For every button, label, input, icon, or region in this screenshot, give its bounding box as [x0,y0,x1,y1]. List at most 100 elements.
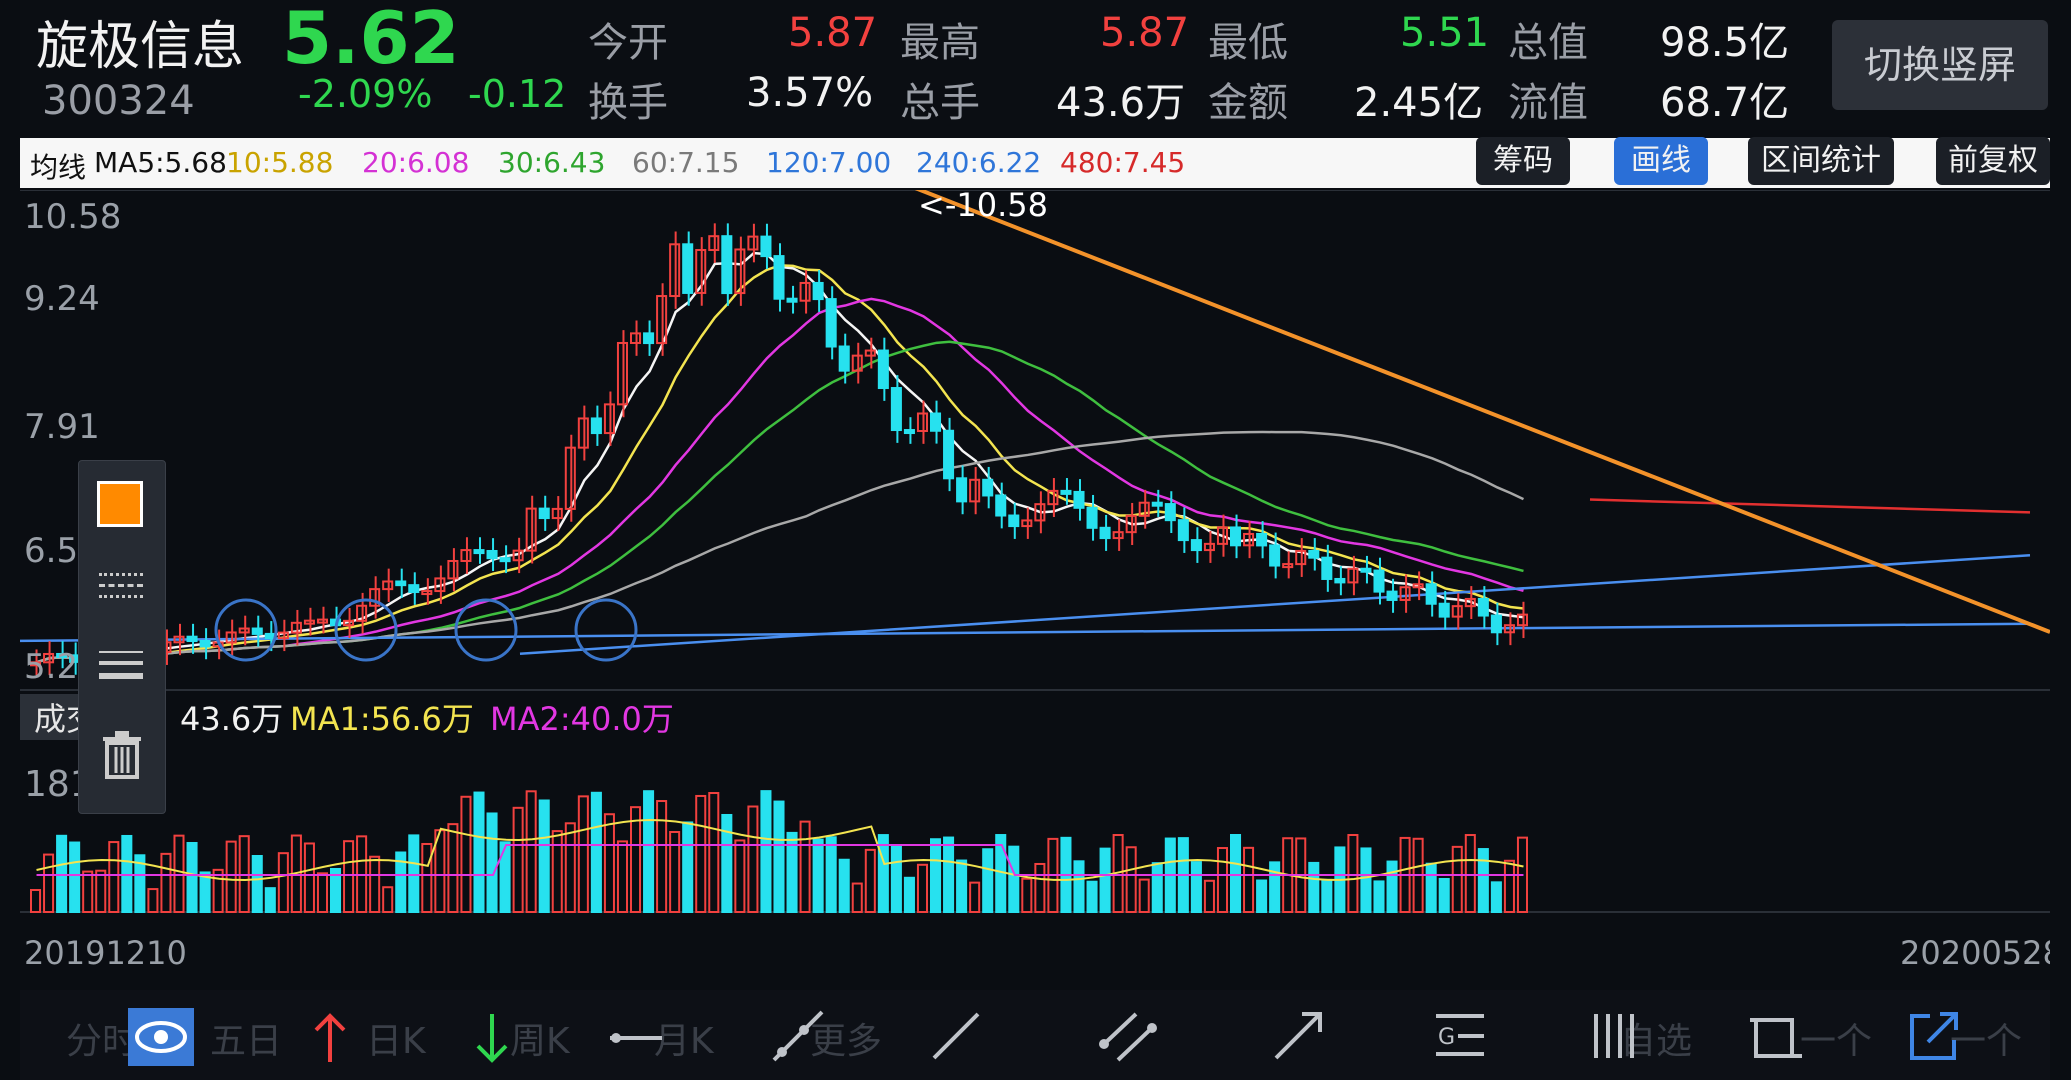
ma480-value: 480:7.45 [1060,146,1186,179]
volume-bar [825,836,837,914]
candle-body [1230,526,1242,547]
change-value: -0.12 [468,72,567,116]
ma-legend-bar: 均线 MA5:5.68 10:5.88 20:6.08 30:6.43 60:7… [20,138,2050,188]
period-line-icon[interactable] [1588,1006,1648,1066]
volume-bar [56,834,68,914]
horizontal-line-icon[interactable] [606,1010,666,1066]
candle-body [1425,583,1437,605]
line-width-icon[interactable] [99,651,143,679]
ma20-value: 20:6.08 [362,146,470,179]
volume-bar [251,855,263,913]
ray-line-icon[interactable] [768,1006,828,1066]
current-price: 5.62 [282,0,460,80]
volume-bar [890,845,902,913]
candle-body [1256,532,1268,547]
volume-bar [1230,834,1242,913]
eye-toggle-button[interactable] [128,1008,194,1066]
switch-portrait-button[interactable]: 切换竖屏 [1832,20,2048,110]
drawing-toolbox [78,460,166,814]
candle-body [773,255,785,300]
candle-body [1334,577,1346,584]
volume-bar [1256,879,1268,913]
ma5-value: MA5:5.68 [94,146,227,179]
ma-title: 均线 [30,151,87,184]
low-value: 5.51 [1400,10,1490,56]
open-value: 5.87 [788,10,878,56]
candle-body [1177,519,1189,542]
market-cap-label: 总值 [1508,20,1588,66]
volume-bar [643,790,655,913]
ma10-value: 10:5.88 [226,146,334,179]
candle-body [590,417,602,435]
app-window: 旋极信息 300324 5.62 -2.09% -0.12 今开 5.87 最高… [0,0,2071,1080]
ma240-value: 240:6.22 [916,146,1042,179]
parallel-line-icon[interactable] [1096,1006,1160,1066]
volume-bar [1151,862,1163,914]
volume-bar [121,834,133,913]
candle-body [1099,526,1111,540]
candle-body [538,507,550,520]
kline-chart[interactable]: 10.58 9.24 7.91 6.57 5.23 <-10.58 成交量 43… [20,190,2050,1000]
turnover-value: 3.57% [746,70,874,116]
candle-body [1073,490,1085,509]
candle-body [486,549,498,560]
volume-bar [1190,861,1202,914]
date-end: 20200528 [1900,934,2050,972]
volume-bar [877,834,889,914]
candle-body [682,243,694,294]
candle-body [643,332,655,345]
axis-label-3: 7.91 [24,407,100,447]
draw-line-button[interactable]: 画线 [1614,137,1708,185]
float-cap-value: 68.7亿 [1660,80,1790,126]
candle-body [956,477,968,503]
candle-body [186,635,198,643]
candle-body [1269,544,1281,567]
nav-one-a[interactable]: 一个 [1800,1012,1872,1064]
volume-bar [930,838,942,914]
candle-body [825,298,837,348]
volume-bar [69,841,81,914]
candle-body [1477,597,1489,617]
bottom-toolbar: 分时 五日 日K 周K 月K 更多 自选 一个 一个 G [20,990,2050,1080]
max-price-marker: <-10.58 [918,190,1048,224]
volume-bar [943,836,955,913]
candle-body [721,235,733,295]
share-out-icon[interactable] [1904,1006,1964,1066]
candle-body [199,640,211,648]
nav-weekly-k[interactable]: 周K [510,1012,570,1064]
candle-body [1373,569,1385,593]
change-percent: -2.09% [298,72,433,116]
volume-bar [1008,845,1020,913]
up-arrow-icon[interactable] [310,1010,350,1066]
trash-icon[interactable] [101,731,143,779]
volume-ma2: MA2:40.0万 [490,700,674,738]
low-label: 最低 [1208,20,1288,66]
volume-current: 43.6万 [180,700,283,738]
candle-body [1438,602,1450,618]
line-style-icon[interactable] [99,573,143,598]
rectangle-icon[interactable] [1746,1006,1806,1066]
candle-body [877,349,889,390]
nav-five-day[interactable]: 五日 [210,1012,282,1064]
volume-value: 43.6万 [1056,80,1186,126]
volume-bar [1373,880,1385,913]
nav-daily-k[interactable]: 日K [366,1012,426,1064]
arrow-line-icon[interactable] [1268,1006,1328,1066]
candle-body [930,412,942,432]
ma60-value: 60:7.15 [632,146,740,179]
down-arrow-icon[interactable] [472,1010,512,1066]
quote-header: 旋极信息 300324 5.62 -2.09% -0.12 今开 5.87 最高… [20,0,2050,130]
adjust-button[interactable]: 前复权 [1936,137,2050,185]
volume-bar [1425,862,1437,913]
market-cap-value: 98.5亿 [1660,20,1790,66]
color-swatch[interactable] [97,481,143,527]
volume-bar [1269,861,1281,914]
golden-section-icon[interactable]: G [1430,1006,1490,1066]
chips-button[interactable]: 筹码 [1476,137,1570,185]
candle-body [1008,514,1020,528]
date-start: 20191210 [24,934,187,972]
segment-line-icon[interactable] [926,1006,986,1066]
interval-stats-button[interactable]: 区间统计 [1748,137,1894,185]
volume-bar [1477,848,1489,914]
candle-body [1360,567,1372,573]
